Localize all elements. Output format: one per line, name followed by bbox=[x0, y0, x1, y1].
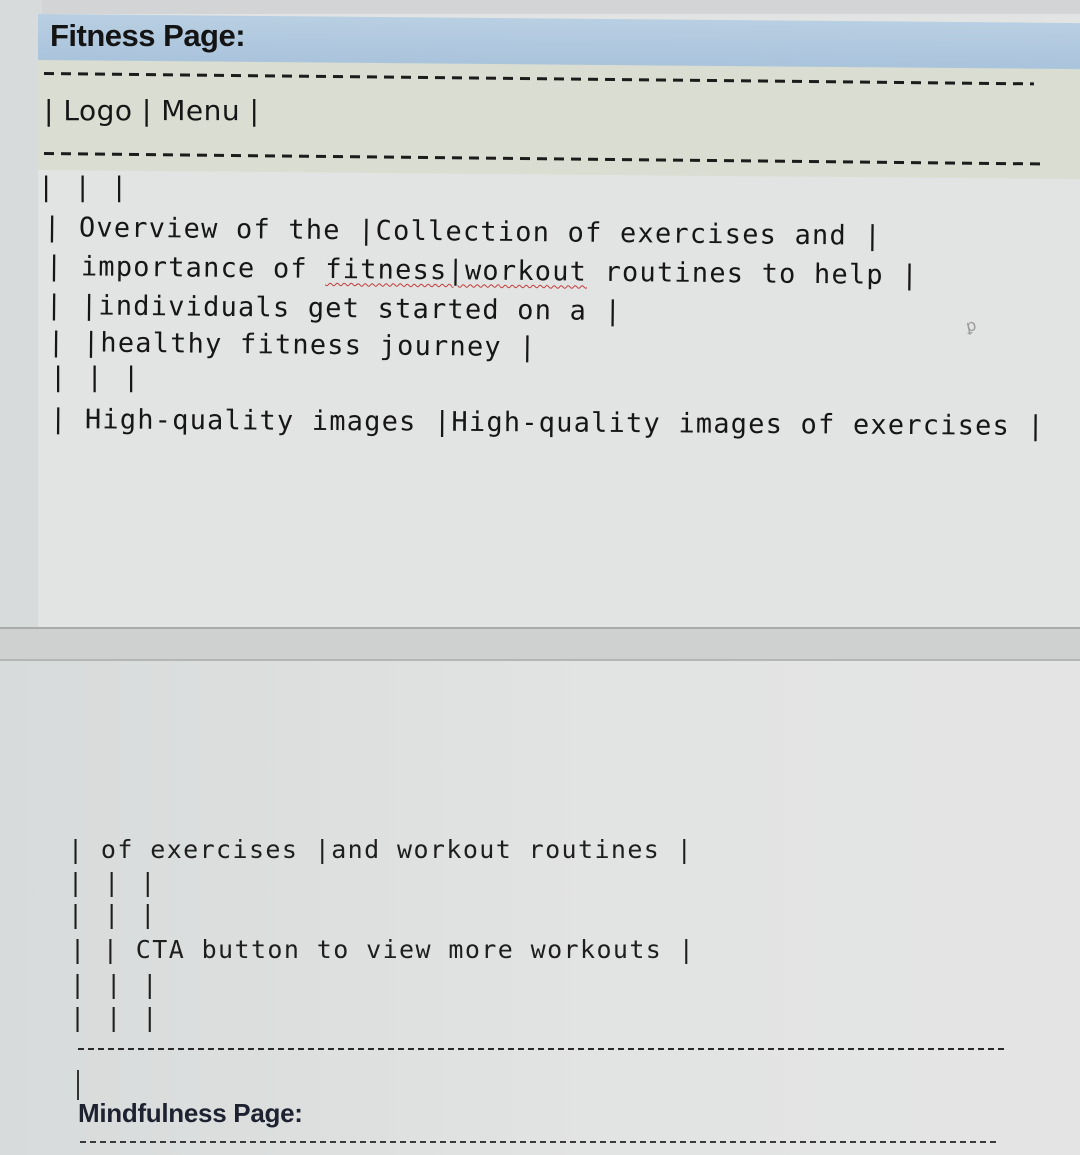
wireframe-line: | | | bbox=[70, 970, 161, 999]
nav-row[interactable]: | Logo | Menu | bbox=[44, 94, 259, 127]
wireframe-line: | | | bbox=[68, 868, 159, 897]
spellcheck-flagged-word[interactable]: fitness|workout bbox=[325, 254, 587, 288]
wireframe-line: | |healthy fitness journey | bbox=[47, 327, 537, 364]
fitness-page-heading: Fitness Page: bbox=[50, 18, 246, 53]
wireframe-text-a: | importance of bbox=[45, 251, 326, 285]
wireframe-text-b: routines to help | bbox=[586, 256, 919, 292]
wireframe-line: | of exercises |and workout routines | bbox=[68, 835, 694, 864]
mindfulness-page-heading: Mindfulness Page: bbox=[78, 1098, 303, 1128]
separator-dashes-mindfulness bbox=[80, 1141, 1000, 1143]
separator-dashes-page2 bbox=[78, 1048, 1008, 1050]
cta-button-note: | | CTA button to view more workouts | bbox=[70, 935, 696, 964]
wireframe-line: | | | bbox=[68, 900, 159, 929]
wireframe-line: | | | bbox=[70, 1003, 161, 1032]
wireframe-line: | | | bbox=[50, 362, 142, 393]
wireframe-line: | | | bbox=[38, 172, 130, 203]
page-break bbox=[0, 627, 1080, 661]
text-cursor bbox=[77, 1070, 79, 1100]
wireframe-line: | |individuals get started on a | bbox=[45, 290, 623, 328]
document-page-2 bbox=[0, 661, 1080, 1155]
document-left-margin bbox=[0, 0, 42, 630]
